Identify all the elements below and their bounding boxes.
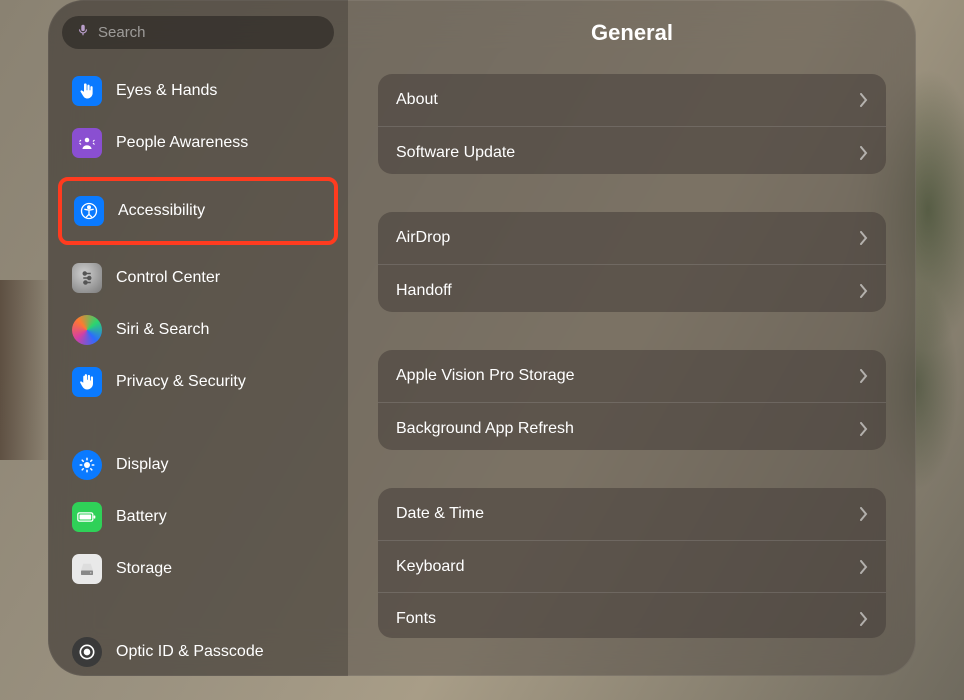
row-label: About xyxy=(396,91,438,109)
sidebar-item-label: Storage xyxy=(116,560,172,578)
page-title: General xyxy=(378,20,886,46)
row-fonts[interactable]: Fonts xyxy=(378,592,886,638)
sidebar-item-label: Control Center xyxy=(116,269,220,287)
display-brightness-icon xyxy=(72,450,102,480)
search-input[interactable] xyxy=(98,24,320,41)
settings-group: Apple Vision Pro Storage Background App … xyxy=(378,350,886,450)
sidebar-item-people-awareness[interactable]: People Awareness xyxy=(62,119,334,167)
chevron-right-icon xyxy=(860,93,868,107)
sidebar-item-privacy-security[interactable]: Privacy & Security xyxy=(62,358,334,406)
pointing-hand-icon xyxy=(72,76,102,106)
highlight-annotation: Accessibility xyxy=(58,177,338,245)
chevron-right-icon xyxy=(860,369,868,383)
chevron-right-icon xyxy=(860,284,868,298)
row-airdrop[interactable]: AirDrop xyxy=(378,212,886,264)
sidebar-item-storage[interactable]: Storage xyxy=(62,545,334,593)
settings-group: AirDrop Handoff xyxy=(378,212,886,312)
row-software-update[interactable]: Software Update xyxy=(378,126,886,174)
sidebar-item-optic-id-passcode[interactable]: Optic ID & Passcode xyxy=(62,628,334,676)
chevron-right-icon xyxy=(860,146,868,160)
row-handoff[interactable]: Handoff xyxy=(378,264,886,312)
chevron-right-icon xyxy=(860,422,868,436)
search-field[interactable] xyxy=(62,16,334,49)
sidebar-item-accessibility[interactable]: Accessibility xyxy=(64,183,332,239)
row-label: AirDrop xyxy=(396,229,450,247)
settings-group: About Software Update xyxy=(378,74,886,174)
control-center-icon xyxy=(72,263,102,293)
sidebar-item-display[interactable]: Display xyxy=(62,441,334,489)
sidebar-item-control-center[interactable]: Control Center xyxy=(62,255,334,303)
settings-window: Eyes & Hands People Awareness Accessibil… xyxy=(48,0,916,676)
sidebar-item-label: Eyes & Hands xyxy=(116,82,217,100)
row-vision-pro-storage[interactable]: Apple Vision Pro Storage xyxy=(378,350,886,402)
row-keyboard[interactable]: Keyboard xyxy=(378,540,886,592)
main-panel: General About Software Update AirDrop Ha… xyxy=(348,0,916,676)
sidebar-item-label: Accessibility xyxy=(118,202,205,220)
sidebar-item-label: Display xyxy=(116,456,168,474)
sidebar-item-battery[interactable]: Battery xyxy=(62,493,334,541)
people-awareness-icon xyxy=(72,128,102,158)
row-label: Handoff xyxy=(396,282,452,300)
storage-drive-icon xyxy=(72,554,102,584)
row-background-app-refresh[interactable]: Background App Refresh xyxy=(378,402,886,450)
chevron-right-icon xyxy=(860,507,868,521)
accessibility-icon xyxy=(74,196,104,226)
sidebar-item-eyes-hands[interactable]: Eyes & Hands xyxy=(62,67,334,115)
chevron-right-icon xyxy=(860,231,868,245)
siri-icon xyxy=(72,315,102,345)
sidebar: Eyes & Hands People Awareness Accessibil… xyxy=(48,0,348,676)
row-label: Keyboard xyxy=(396,558,465,576)
battery-icon xyxy=(72,502,102,532)
sidebar-item-label: People Awareness xyxy=(116,134,248,152)
privacy-hand-icon xyxy=(72,367,102,397)
sidebar-item-label: Battery xyxy=(116,508,167,526)
row-label: Fonts xyxy=(396,610,436,628)
sidebar-item-label: Privacy & Security xyxy=(116,373,246,391)
row-date-time[interactable]: Date & Time xyxy=(378,488,886,540)
chevron-right-icon xyxy=(860,612,868,626)
settings-group: Date & Time Keyboard Fonts xyxy=(378,488,886,638)
row-label: Apple Vision Pro Storage xyxy=(396,367,574,385)
sidebar-item-label: Optic ID & Passcode xyxy=(116,643,264,661)
row-about[interactable]: About xyxy=(378,74,886,126)
microphone-icon xyxy=(76,23,90,42)
row-label: Background App Refresh xyxy=(396,420,574,438)
row-label: Date & Time xyxy=(396,505,484,523)
optic-id-icon xyxy=(72,637,102,667)
row-label: Software Update xyxy=(396,144,515,162)
chevron-right-icon xyxy=(860,560,868,574)
sidebar-item-label: Siri & Search xyxy=(116,321,209,339)
sidebar-item-siri-search[interactable]: Siri & Search xyxy=(62,306,334,354)
